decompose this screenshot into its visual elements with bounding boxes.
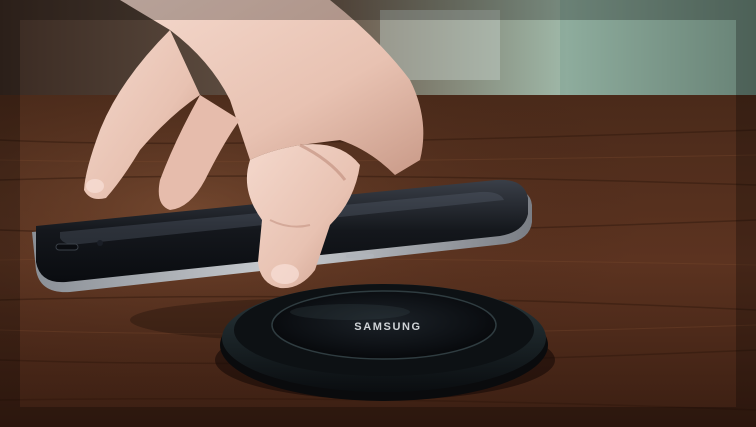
earpiece-detail: [55, 243, 79, 251]
samsung-logo: SAMSUNG: [354, 321, 421, 333]
photo-scene: SAMSUNG: [0, 0, 756, 427]
side-button-detail: [346, 254, 374, 258]
photo-illustration: SAMSUNG: [0, 0, 756, 427]
